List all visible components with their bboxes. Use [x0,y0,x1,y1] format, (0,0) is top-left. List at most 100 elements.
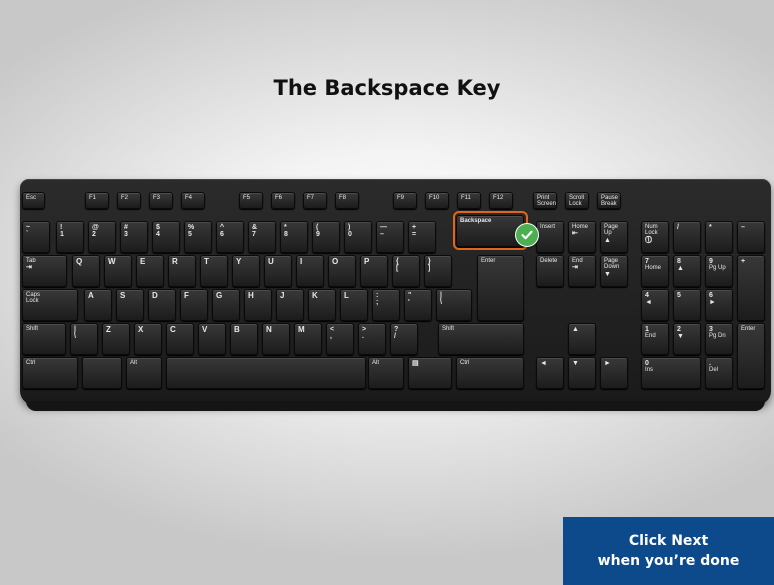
key-x[interactable]: X [134,323,162,355]
key-nsub[interactable]: – [737,221,765,253]
key-f1[interactable]: F1 [85,192,109,209]
key-nenter[interactable]: Enter [737,323,765,389]
key-n7[interactable]: 7 Home [641,255,669,287]
key-3[interactable]: #3 [120,221,148,253]
key-g[interactable]: G [212,289,240,321]
key-pgup[interactable]: Page Up ▲ [600,221,628,253]
key-bslash[interactable]: | \ [436,289,472,321]
key-s[interactable]: S [116,289,144,321]
key-5[interactable]: % 5 [184,221,212,253]
key-right[interactable]: ► [600,357,628,389]
key-enter[interactable]: Enter [477,255,524,321]
key-lbrace[interactable]: {[ [392,255,420,287]
key-b[interactable]: B [230,323,258,355]
key-f6[interactable]: F6 [271,192,295,209]
key-z[interactable]: Z [102,323,130,355]
key-end[interactable]: End ⇥ [568,255,596,287]
key-left[interactable]: ◄ [536,357,564,389]
key-h[interactable]: H [244,289,272,321]
key-ralt[interactable]: Alt [368,357,404,389]
key-down[interactable]: ▼ [568,357,596,389]
key-n4[interactable]: 4 ◄ [641,289,669,321]
key-comma[interactable]: <, [326,323,354,355]
key-esc[interactable]: Esc [22,192,45,209]
key-a[interactable]: A [84,289,112,321]
key-f[interactable]: F [180,289,208,321]
key-n5[interactable]: 5 [673,289,701,321]
key-n8[interactable]: 8 ▲ [673,255,701,287]
key-e[interactable]: E [136,255,164,287]
key-2[interactable]: @2 [88,221,116,253]
key-0[interactable]: ) 0 [344,221,372,253]
key-u[interactable]: U [264,255,292,287]
key-quote[interactable]: " ' [404,289,432,321]
key-menu[interactable]: ▤ [408,357,452,389]
key-equal[interactable]: + = [408,221,436,253]
key-n1[interactable]: 1 End [641,323,669,355]
key-rctrl[interactable]: Ctrl [456,357,524,389]
key-r[interactable]: R [168,255,196,287]
key-f4[interactable]: F4 [181,192,205,209]
key-7[interactable]: & 7 [248,221,276,253]
key-prtsc[interactable]: Print Screen [533,192,557,209]
key-j[interactable]: J [276,289,304,321]
key-f2[interactable]: F2 [117,192,141,209]
key-pgdn[interactable]: Page Down ▼ [600,255,628,287]
key-rshift[interactable]: Shift [438,323,524,355]
key-m[interactable]: M [294,323,322,355]
key-n[interactable]: N [262,323,290,355]
key-space[interactable] [166,357,366,389]
key-9[interactable]: (9 [312,221,340,253]
key-numlk[interactable]: Num Lock ⓵ [641,221,669,253]
key-ndiv[interactable]: / [673,221,701,253]
key-home[interactable]: Home ⇤ [568,221,596,253]
key-nadd[interactable]: + [737,255,765,321]
key-semi[interactable]: :; [372,289,400,321]
key-nmul[interactable]: * [705,221,733,253]
key-pause[interactable]: Pause Break [597,192,621,209]
key-n9[interactable]: 9 Pg Up [705,255,733,287]
key-n2[interactable]: 2 ▼ [673,323,701,355]
key-slash[interactable]: ? / [390,323,418,355]
key-4[interactable]: $4 [152,221,180,253]
key-insert[interactable]: Insert [536,221,564,253]
key-f3[interactable]: F3 [149,192,173,209]
key-f5[interactable]: F5 [239,192,263,209]
key-n6[interactable]: 6 ► [705,289,733,321]
key-c[interactable]: C [166,323,194,355]
key-lalt[interactable]: Alt [126,357,162,389]
key-f8[interactable]: F8 [335,192,359,209]
key-period[interactable]: >. [358,323,386,355]
key-tab[interactable]: Tab ⇥ [22,255,67,287]
key-caps[interactable]: Caps Lock [22,289,78,321]
key-scrlk[interactable]: Scroll Lock [565,192,589,209]
key-delete[interactable]: Delete [536,255,564,287]
key-lctrl[interactable]: Ctrl [22,357,78,389]
key-f11[interactable]: F11 [457,192,481,209]
key-y[interactable]: Y [232,255,260,287]
key-minus[interactable]: — – [376,221,404,253]
key-oem102[interactable]: | \ [70,323,98,355]
key-t[interactable]: T [200,255,228,287]
key-n3[interactable]: 3 Pg Dn [705,323,733,355]
key-w[interactable]: W [104,255,132,287]
key-n0[interactable]: 0 Ins [641,357,701,389]
key-f10[interactable]: F10 [425,192,449,209]
key-ndot[interactable]: . Del [705,357,733,389]
key-1[interactable]: ! 1 [56,221,84,253]
key-o[interactable]: O [328,255,356,287]
key-q[interactable]: Q [72,255,100,287]
key-v[interactable]: V [198,323,226,355]
key-f9[interactable]: F9 [393,192,417,209]
key-d[interactable]: D [148,289,176,321]
key-rbrace[interactable]: }] [424,255,452,287]
key-up[interactable]: ▲ [568,323,596,355]
key-f7[interactable]: F7 [303,192,327,209]
key-p[interactable]: P [360,255,388,287]
key-lshift[interactable]: Shift [22,323,66,355]
key-l[interactable]: L [340,289,368,321]
key-k[interactable]: K [308,289,336,321]
key-tilde[interactable]: ~ ` [22,221,50,253]
key-8[interactable]: * 8 [280,221,308,253]
key-6[interactable]: ^ 6 [216,221,244,253]
